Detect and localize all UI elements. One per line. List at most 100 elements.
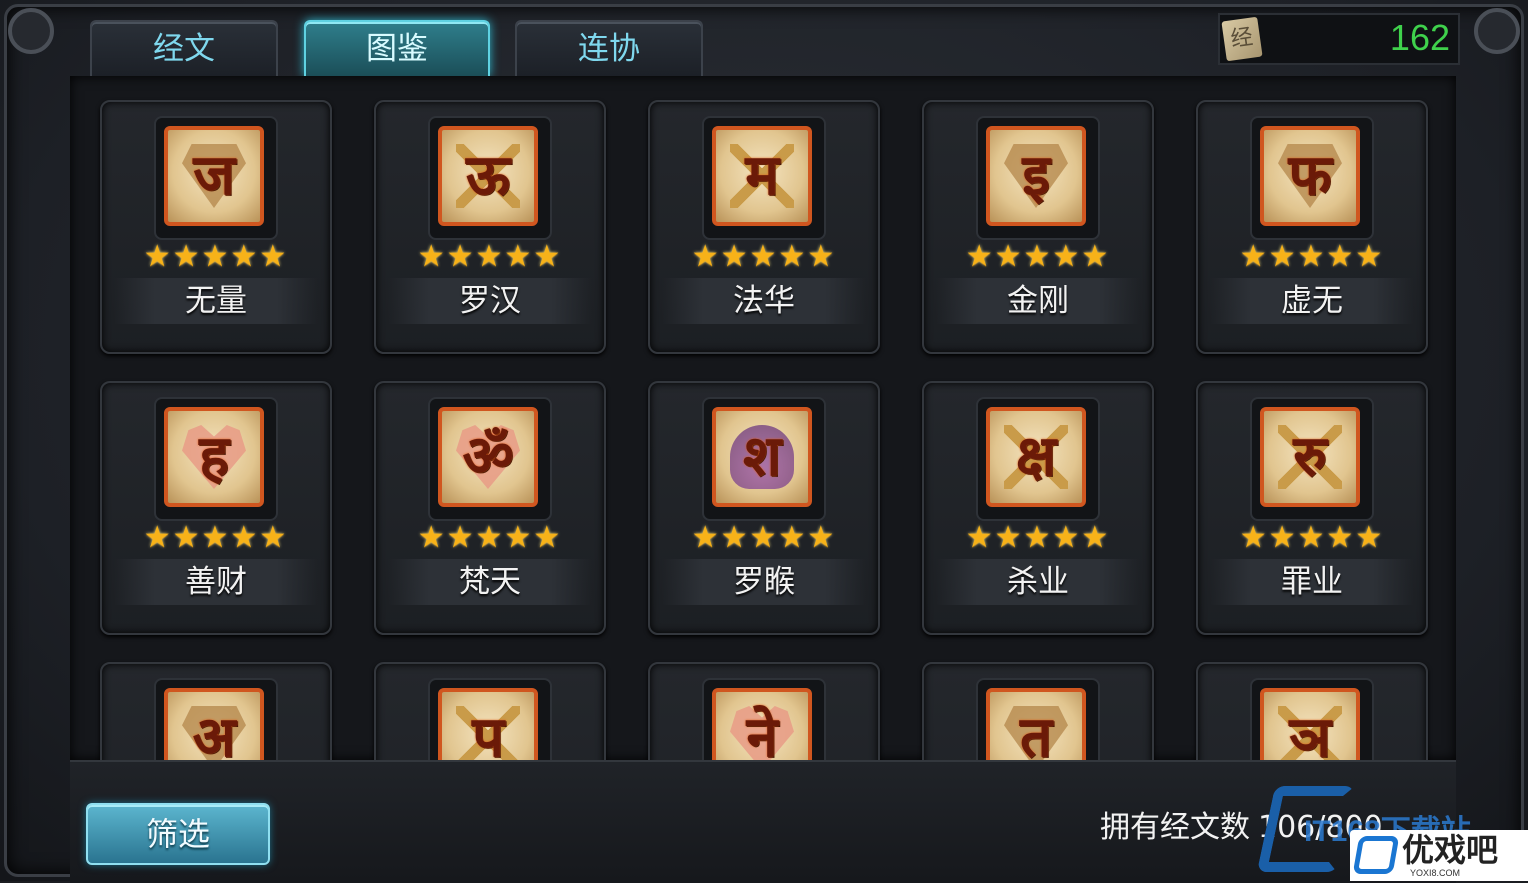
star-rating: ★★★★★ [417, 239, 563, 274]
currency-display: 经 162 [1218, 13, 1460, 65]
card-name: 杀业 [1007, 564, 1069, 600]
card-name-bar: 虚无 [1210, 278, 1414, 324]
card-name: 罗睺 [733, 564, 795, 600]
sanskrit-rune-icon: म [712, 126, 812, 226]
rune-glyph: ॐ [462, 424, 514, 489]
card-icon-frame: फ [1250, 116, 1374, 240]
filter-button[interactable]: 筛选 [86, 803, 270, 865]
scripture-card[interactable]: क्ष ★★★★★ 杀业 [922, 381, 1154, 635]
sanskrit-rune-icon: ञ [1260, 688, 1360, 760]
scripture-card[interactable]: ने [648, 662, 880, 760]
star-rating: ★★★★★ [965, 239, 1111, 274]
card-name: 梵天 [459, 564, 521, 600]
rune-glyph: प [472, 705, 504, 760]
badge-text: 优戏吧 [1402, 831, 1499, 869]
sanskrit-rune-icon: क्ष [986, 407, 1086, 507]
sanskrit-rune-icon: ने [712, 688, 812, 760]
sanskrit-rune-icon: ज [164, 126, 264, 226]
rune-glyph: ऊ [466, 143, 510, 208]
card-icon-frame: ने [702, 678, 826, 760]
tab-codex[interactable]: 图鉴 [304, 20, 490, 76]
sanskrit-rune-icon: ह [164, 407, 264, 507]
sanskrit-rune-icon: रु [1260, 407, 1360, 507]
card-icon-frame: श [702, 397, 826, 521]
card-icon-frame: अ [154, 678, 278, 760]
scripture-card[interactable]: अ [100, 662, 332, 760]
currency-value: 162 [1389, 17, 1450, 58]
card-name: 法华 [733, 283, 795, 319]
card-name-bar: 罗睺 [662, 559, 866, 605]
star-rating: ★★★★★ [143, 520, 289, 555]
star-rating: ★★★★★ [143, 239, 289, 274]
scroll-icon: 经 [1221, 16, 1263, 62]
card-name-bar: 善财 [114, 559, 318, 605]
card-icon-frame: क्ष [976, 397, 1100, 521]
frame-corner-ornament [1474, 8, 1520, 54]
scripture-card[interactable]: म ★★★★★ 法华 [648, 100, 880, 354]
card-name: 金刚 [1007, 283, 1069, 319]
card-name-bar: 法华 [662, 278, 866, 324]
card-name: 虚无 [1281, 283, 1343, 319]
card-icon-frame: ॐ [428, 397, 552, 521]
star-rating: ★★★★★ [965, 520, 1111, 555]
owned-label: 拥有经文数 [1100, 810, 1250, 845]
sanskrit-rune-icon: ॐ [438, 407, 538, 507]
scripture-card[interactable]: ञ [1196, 662, 1428, 760]
sanskrit-rune-icon: अ [164, 688, 264, 760]
card-icon-frame: म [702, 116, 826, 240]
scripture-card[interactable]: ह ★★★★★ 善财 [100, 381, 332, 635]
sanskrit-rune-icon: इ [986, 126, 1086, 226]
sanskrit-rune-icon: प [438, 688, 538, 760]
tab-scriptures[interactable]: 经文 [90, 20, 278, 76]
card-name-bar: 罪业 [1210, 559, 1414, 605]
codex-card-grid[interactable]: ज ★★★★★ 无量 ऊ ★★★★★ 罗汉 म ★★★★★ 法华 इ ★★★★★ 金刚 फ ★★★★★ 虚无… [70, 76, 1456, 760]
star-rating: ★★★★★ [691, 520, 837, 555]
scripture-card[interactable]: ॐ ★★★★★ 梵天 [374, 381, 606, 635]
rune-glyph: ह [199, 424, 229, 489]
scripture-card[interactable]: रु ★★★★★ 罪业 [1196, 381, 1428, 635]
rune-glyph: म [745, 143, 779, 208]
card-icon-frame: ञ [1250, 678, 1374, 760]
tab-combos[interactable]: 连协 [515, 20, 703, 76]
card-name-bar: 无量 [114, 278, 318, 324]
card-icon-frame: ज [154, 116, 278, 240]
rune-glyph: अ [192, 705, 236, 760]
rune-glyph: ञ [1289, 705, 1331, 760]
rune-glyph: ज [193, 143, 235, 208]
rune-glyph: रु [1293, 424, 1327, 489]
card-name: 善财 [185, 564, 247, 600]
star-rating: ★★★★★ [691, 239, 837, 274]
scripture-card[interactable]: श ★★★★★ 罗睺 [648, 381, 880, 635]
scripture-card[interactable]: इ ★★★★★ 金刚 [922, 100, 1154, 354]
rune-glyph: क्ष [1015, 424, 1057, 489]
star-rating: ★★★★★ [417, 520, 563, 555]
card-icon-frame: रु [1250, 397, 1374, 521]
scripture-card[interactable]: ऊ ★★★★★ 罗汉 [374, 100, 606, 354]
sanskrit-rune-icon: फ [1260, 126, 1360, 226]
card-icon-frame: ऊ [428, 116, 552, 240]
badge-logo-icon [1352, 836, 1400, 874]
badge-url: YOXI8.COM [1410, 868, 1461, 878]
star-rating: ★★★★★ [1239, 520, 1385, 555]
card-icon-frame: त [976, 678, 1100, 760]
sanskrit-rune-icon: त [986, 688, 1086, 760]
card-icon-frame: प [428, 678, 552, 760]
sanskrit-rune-icon: श [712, 407, 812, 507]
rune-glyph: इ [1022, 143, 1050, 208]
card-name-bar: 杀业 [936, 559, 1140, 605]
rune-glyph: श [742, 424, 782, 489]
site-watermark: IT168下载站 优戏吧 YOXI8.COM [1256, 786, 1528, 881]
scripture-card[interactable]: ज ★★★★★ 无量 [100, 100, 332, 354]
scripture-card[interactable]: त [922, 662, 1154, 760]
card-name-bar: 梵天 [388, 559, 592, 605]
card-name-bar: 金刚 [936, 278, 1140, 324]
scripture-card[interactable]: फ ★★★★★ 虚无 [1196, 100, 1428, 354]
sanskrit-rune-icon: ऊ [438, 126, 538, 226]
rune-glyph: ने [746, 705, 778, 760]
scripture-card[interactable]: प [374, 662, 606, 760]
rune-glyph: त [1020, 705, 1052, 760]
card-name: 罪业 [1281, 564, 1343, 600]
star-rating: ★★★★★ [1239, 239, 1385, 274]
frame-corner-ornament [8, 8, 54, 54]
card-name-bar: 罗汉 [388, 278, 592, 324]
